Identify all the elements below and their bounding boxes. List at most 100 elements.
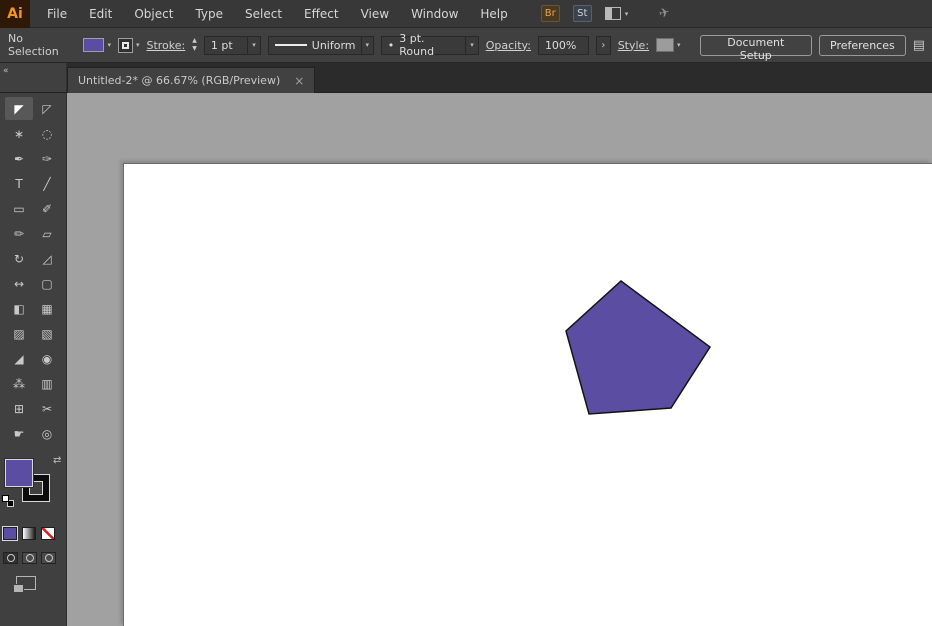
free-transform-tool[interactable]: ▢ bbox=[33, 272, 61, 295]
paintbrush-tool[interactable]: ✐ bbox=[33, 197, 61, 220]
menu-type[interactable]: Type bbox=[184, 0, 234, 28]
rotate-tool[interactable]: ↻ bbox=[5, 247, 33, 270]
default-fill-stroke-icon[interactable] bbox=[2, 495, 14, 507]
selection-status: No Selection bbox=[8, 32, 59, 58]
menubar-right-icons: Br St ▾ ✈ bbox=[540, 5, 672, 22]
fill-color-swatch bbox=[83, 38, 105, 52]
selection-tool-icon: ◤ bbox=[14, 101, 24, 116]
width-tool[interactable]: ↔ bbox=[5, 272, 33, 295]
mesh-tool[interactable]: ▨ bbox=[5, 322, 33, 345]
brush-definition-select[interactable]: • 3 pt. Round ▾ bbox=[380, 32, 479, 58]
style-select[interactable]: ▾ bbox=[656, 38, 681, 52]
stroke-weight-value: 1 pt bbox=[210, 38, 233, 52]
hand-tool[interactable]: ☛ bbox=[5, 422, 33, 445]
bridge-icon[interactable]: Br bbox=[540, 5, 560, 22]
eyedropper-tool-icon: ◢ bbox=[14, 351, 24, 366]
fill-stroke-indicator: ⇄ bbox=[2, 455, 62, 511]
line-segment-tool[interactable]: ╱ bbox=[33, 172, 61, 195]
close-tab-icon[interactable]: × bbox=[294, 74, 304, 88]
width-profile-value: Uniform bbox=[311, 38, 356, 52]
width-profile-select[interactable]: Uniform ▾ bbox=[267, 35, 374, 55]
document-setup-button[interactable]: Document Setup bbox=[699, 34, 813, 62]
menu-edit[interactable]: Edit bbox=[78, 0, 123, 28]
menu-help[interactable]: Help bbox=[469, 0, 518, 28]
menu-window[interactable]: Window bbox=[400, 0, 469, 28]
curvature-tool[interactable]: ✑ bbox=[33, 147, 61, 170]
stepper-down-icon[interactable]: ▼ bbox=[192, 46, 197, 52]
blend-tool[interactable]: ◉ bbox=[33, 347, 61, 370]
workspace-switcher[interactable]: ▾ bbox=[604, 7, 629, 20]
slice-tool[interactable]: ✂ bbox=[33, 397, 61, 420]
panel-toggle-icon[interactable]: ▤ bbox=[913, 38, 926, 53]
scale-tool[interactable]: ◿ bbox=[33, 247, 61, 270]
line-segment-tool-icon: ╱ bbox=[43, 176, 51, 191]
type-tool[interactable]: T bbox=[5, 172, 33, 195]
main-area: ◤ ◸ ∗ ◌ ✒ ✑ T ╱ ▭ ✐ ✏ ▱ ↻ ◿ ↔ ▢ ◧ ▦ ▨ ▧ ◢ ◉ ⁂ ▥ ⊞ ✂ ☛ ◎ ⇄ bbox=[0, 93, 932, 626]
tool-panel-header: « bbox=[0, 63, 67, 92]
column-graph-tool[interactable]: ▥ bbox=[33, 372, 61, 395]
rectangle-tool[interactable]: ▭ bbox=[5, 197, 33, 220]
document-tab[interactable]: Untitled-2* @ 66.67% (RGB/Preview) × bbox=[67, 67, 316, 93]
eraser-tool[interactable]: ▱ bbox=[33, 222, 61, 245]
collapse-panel-icon[interactable]: « bbox=[3, 66, 8, 76]
menu-effect[interactable]: Effect bbox=[293, 0, 350, 28]
menu-object[interactable]: Object bbox=[123, 0, 184, 28]
hand-tool-icon: ☛ bbox=[13, 426, 25, 441]
chevron-down-icon: ▾ bbox=[135, 41, 140, 49]
symbol-sprayer-tool[interactable]: ⁂ bbox=[5, 372, 33, 395]
color-mode-row bbox=[2, 526, 66, 541]
zoom-tool[interactable]: ◎ bbox=[33, 422, 61, 445]
opacity-input[interactable]: 100% bbox=[537, 35, 589, 55]
draw-behind-button[interactable] bbox=[22, 552, 37, 564]
artboard-tool[interactable]: ⊞ bbox=[5, 397, 33, 420]
screen-mode-button[interactable] bbox=[13, 576, 36, 593]
menu-select[interactable]: Select bbox=[234, 0, 293, 28]
opacity-options-button[interactable]: › bbox=[595, 35, 611, 55]
rotate-tool-icon: ↻ bbox=[13, 251, 25, 266]
chevron-down-icon: ▾ bbox=[107, 41, 111, 49]
stroke-weight-select[interactable]: 1 pt ▾ bbox=[203, 35, 261, 55]
selection-tool[interactable]: ◤ bbox=[5, 97, 33, 120]
magic-wand-tool[interactable]: ∗ bbox=[5, 122, 33, 145]
canvas-pasteboard[interactable] bbox=[67, 93, 932, 626]
chevron-down-icon: ▾ bbox=[624, 9, 629, 18]
stock-icon[interactable]: St bbox=[572, 5, 592, 22]
pen-tool[interactable]: ✒ bbox=[5, 147, 33, 170]
style-label[interactable]: Style: bbox=[618, 39, 649, 52]
perspective-grid-tool[interactable]: ▦ bbox=[33, 297, 61, 320]
gpu-performance-icon[interactable]: ✈ bbox=[658, 5, 672, 22]
pentagon-shape[interactable] bbox=[565, 280, 712, 415]
drawing-modes-row bbox=[3, 552, 66, 564]
lasso-tool[interactable]: ◌ bbox=[33, 122, 61, 145]
canvas-overlay bbox=[565, 280, 712, 415]
column-graph-tool-icon: ▥ bbox=[41, 376, 53, 391]
draw-normal-button[interactable] bbox=[3, 552, 18, 564]
menu-file[interactable]: File bbox=[36, 0, 78, 28]
preferences-button[interactable]: Preferences bbox=[819, 34, 906, 56]
gradient-tool[interactable]: ▧ bbox=[33, 322, 61, 345]
gradient-button[interactable] bbox=[22, 527, 36, 540]
menu-view[interactable]: View bbox=[350, 0, 400, 28]
tool-panel: ◤ ◸ ∗ ◌ ✒ ✑ T ╱ ▭ ✐ ✏ ▱ ↻ ◿ ↔ ▢ ◧ ▦ ▨ ▧ ◢ ◉ ⁂ ▥ ⊞ ✂ ☛ ◎ ⇄ bbox=[0, 93, 67, 626]
direct-selection-tool-icon: ◸ bbox=[42, 101, 52, 116]
shape-builder-tool[interactable]: ◧ bbox=[5, 297, 33, 320]
fill-color-control[interactable]: ▾ bbox=[83, 38, 111, 52]
menu-bar: Ai File Edit Object Type Select Effect View Win… bbox=[0, 0, 932, 28]
eyedropper-tool[interactable]: ◢ bbox=[5, 347, 33, 370]
stepper-up-icon[interactable]: ▲ bbox=[192, 38, 197, 44]
pencil-tool[interactable]: ✏ bbox=[5, 222, 33, 245]
swap-fill-stroke-icon[interactable]: ⇄ bbox=[53, 455, 61, 466]
chevron-down-icon: ▾ bbox=[677, 41, 681, 49]
type-tool-icon: T bbox=[15, 176, 23, 191]
color-button[interactable] bbox=[2, 526, 18, 541]
none-button[interactable] bbox=[41, 527, 55, 540]
direct-selection-tool[interactable]: ◸ bbox=[33, 97, 61, 120]
opacity-label[interactable]: Opacity: bbox=[486, 39, 531, 52]
stroke-color-control[interactable]: ▾ bbox=[117, 37, 140, 53]
chevron-down-icon: ▾ bbox=[360, 36, 374, 54]
fill-color-box[interactable] bbox=[5, 459, 33, 487]
stroke-weight-stepper[interactable]: ▲ ▼ bbox=[192, 38, 197, 52]
draw-inside-button[interactable] bbox=[41, 552, 56, 564]
stroke-label[interactable]: Stroke: bbox=[146, 39, 185, 52]
style-swatch bbox=[656, 38, 675, 52]
